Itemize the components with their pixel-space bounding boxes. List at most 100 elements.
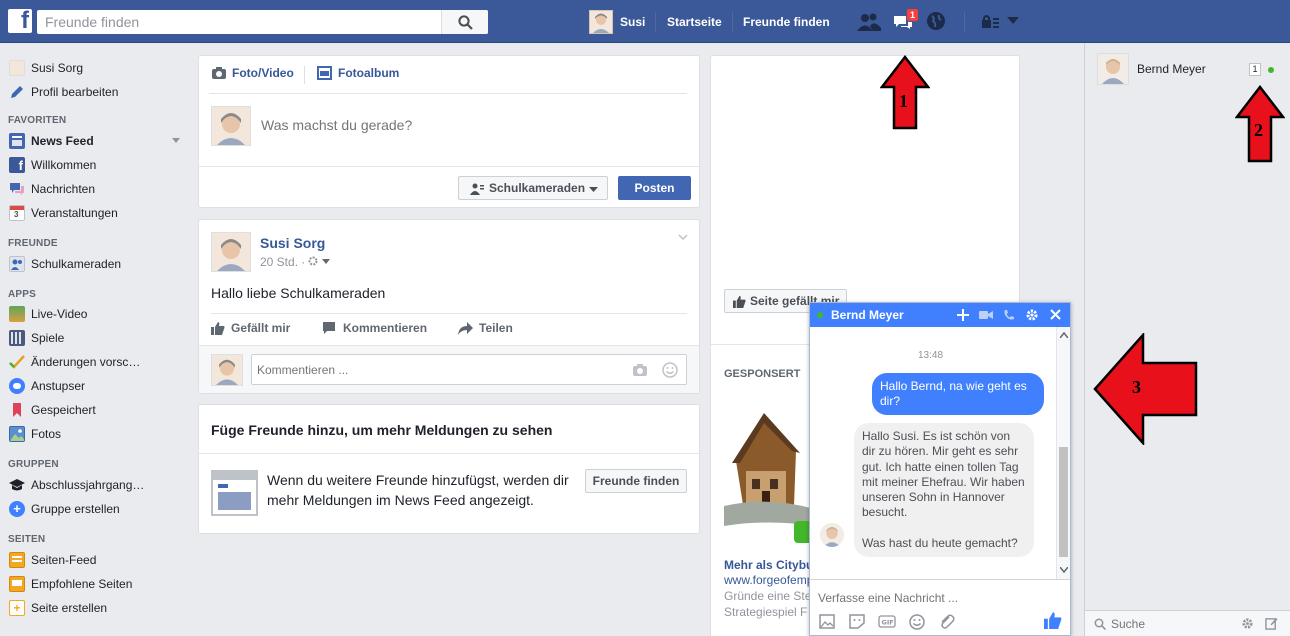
facebook-icon: f (9, 157, 25, 173)
sidebar-item-label: Nachrichten (31, 182, 96, 196)
gear-icon[interactable] (1025, 308, 1039, 322)
search-button[interactable] (441, 10, 488, 34)
add-friends-text: Wenn du weitere Freunde hinzufügst, werd… (267, 472, 569, 508)
friend-requests-icon[interactable] (857, 12, 881, 32)
sidebar-item-label: Veranstaltungen (31, 206, 118, 220)
video-call-icon[interactable] (979, 310, 993, 320)
sidebar-item-pages-feed[interactable]: Seiten-Feed (9, 551, 96, 569)
sidebar-item-create-group[interactable]: + Gruppe erstellen (9, 500, 120, 518)
nav-divider (732, 12, 733, 32)
privacy-gear-icon[interactable] (308, 256, 330, 266)
commenter-avatar (211, 354, 243, 386)
photo-icon[interactable] (819, 614, 835, 629)
sidebar-item-news-feed[interactable]: News Feed (9, 132, 94, 150)
contact-name[interactable]: Bernd Meyer (1137, 62, 1206, 76)
account-menu-chevron-down-icon[interactable] (1007, 17, 1019, 25)
sidebar-item-profile[interactable]: Susi Sorg (9, 59, 83, 77)
ad-title[interactable]: Mehr als Citybu (724, 558, 813, 572)
nav-user-name[interactable]: Susi (620, 15, 645, 29)
search-input[interactable] (37, 10, 441, 34)
chat-search-bar (1085, 610, 1290, 636)
graduation-cap-icon (9, 477, 25, 493)
sticker-icon[interactable] (849, 614, 865, 629)
sidebar-item-photos[interactable]: Fotos (9, 425, 61, 443)
facebook-logo-icon[interactable]: f (8, 7, 32, 34)
search-icon (1094, 618, 1106, 630)
scrollbar-thumb[interactable] (1059, 447, 1068, 557)
post-timestamp[interactable]: 20 Std. · (260, 255, 305, 269)
chevron-down-icon (589, 187, 598, 192)
pages-feed-icon (9, 552, 25, 568)
sidebar-item-pokes[interactable]: Anstupser (9, 377, 85, 395)
tab-divider (304, 66, 305, 84)
emoji-icon[interactable] (909, 614, 925, 630)
post-options-chevron-icon[interactable] (678, 234, 688, 241)
post-button[interactable]: Posten (618, 176, 691, 200)
chat-search-input[interactable] (1111, 614, 1231, 634)
sidebar-item-label: Seiten-Feed (31, 553, 97, 567)
sidebar-item-create-page[interactable]: + Seite erstellen (9, 599, 107, 617)
messages-badge: 1 (906, 8, 920, 22)
thumbs-up-icon (211, 322, 225, 335)
sidebar-item-events[interactable]: 3 Veranstaltungen (9, 204, 118, 222)
sidebar-item-label: Willkommen (31, 158, 97, 172)
close-icon[interactable] (1050, 309, 1061, 320)
sidebar-item-label: News Feed (31, 134, 94, 148)
divider (209, 93, 687, 94)
sidebar-item-messages[interactable]: Nachrichten (9, 180, 95, 198)
share-button[interactable]: Teilen (458, 321, 513, 335)
poke-icon (9, 378, 25, 394)
post-author-name[interactable]: Susi Sorg (260, 235, 325, 251)
thumbs-up-send-icon[interactable] (1044, 611, 1062, 629)
sidebar-item-label: Seite erstellen (31, 601, 108, 615)
news-feed-options-chevron-icon[interactable] (172, 138, 180, 143)
ad-image[interactable] (724, 401, 814, 551)
camera-icon[interactable] (632, 363, 648, 377)
chat-header[interactable]: Bernd Meyer (810, 303, 1070, 327)
comment-input-box (251, 354, 687, 385)
find-friends-button[interactable]: Freunde finden (585, 469, 687, 493)
status-input[interactable] (261, 114, 681, 136)
comment-input[interactable] (257, 359, 617, 381)
tab-photo-video[interactable]: Foto/Video (211, 66, 294, 80)
sidebar-item-schoolmates[interactable]: Schulkameraden (9, 255, 121, 273)
plus-circle-icon: + (9, 501, 25, 517)
attachment-paperclip-icon[interactable] (939, 614, 955, 630)
sidebar-item-group-graduation[interactable]: Abschlussjahrgang… (9, 476, 144, 494)
gif-icon[interactable]: GIF (878, 615, 896, 628)
chat-title[interactable]: Bernd Meyer (831, 308, 904, 322)
ad-url[interactable]: www.forgeofemp (724, 573, 813, 587)
tab-label: Fotoalbum (338, 66, 400, 80)
nav-home-link[interactable]: Startseite (667, 15, 722, 29)
add-people-plus-icon[interactable] (957, 309, 969, 321)
pencil-icon (9, 84, 25, 100)
contact-avatar[interactable] (1097, 53, 1129, 85)
sidebar-item-edit-profile[interactable]: Profil bearbeiten (9, 83, 118, 101)
nav-find-friends-link[interactable]: Freunde finden (743, 15, 830, 29)
tab-photo-album[interactable]: Fotoalbum (317, 66, 399, 80)
scroll-down-icon[interactable] (1060, 567, 1068, 573)
chat-scrollbar[interactable] (1056, 327, 1070, 579)
profile-link[interactable] (589, 10, 613, 34)
sidebar-item-saved[interactable]: Gespeichert (9, 401, 96, 419)
privacy-shortcuts-icon[interactable] (981, 14, 999, 30)
notifications-globe-icon[interactable] (926, 11, 946, 31)
contact-avatar (820, 523, 844, 547)
gear-icon[interactable] (1241, 617, 1254, 630)
sidebar-item-live-video[interactable]: Live-Video (9, 305, 87, 323)
sidebar-item-recommended-pages[interactable]: Empfohlene Seiten (9, 575, 132, 593)
compose-message-icon[interactable] (1265, 617, 1278, 630)
sidebar-item-suggest-edits[interactable]: Änderungen vorsc… (9, 353, 140, 371)
emoji-icon[interactable] (662, 362, 678, 378)
sidebar-item-games[interactable]: Spiele (9, 329, 64, 347)
audience-selector[interactable]: Schulkameraden (458, 176, 608, 200)
sidebar-item-label: Anstupser (31, 379, 86, 393)
chat-message-input[interactable] (818, 588, 1058, 608)
scroll-up-icon[interactable] (1060, 332, 1068, 338)
post-author-avatar[interactable] (211, 232, 251, 272)
sidebar-item-welcome[interactable]: f Willkommen (9, 156, 96, 174)
sidebar-item-label: Spiele (31, 331, 65, 345)
comment-button[interactable]: Kommentieren (322, 321, 427, 335)
phone-call-icon[interactable] (1003, 309, 1015, 321)
like-button[interactable]: Gefällt mir (211, 321, 290, 335)
